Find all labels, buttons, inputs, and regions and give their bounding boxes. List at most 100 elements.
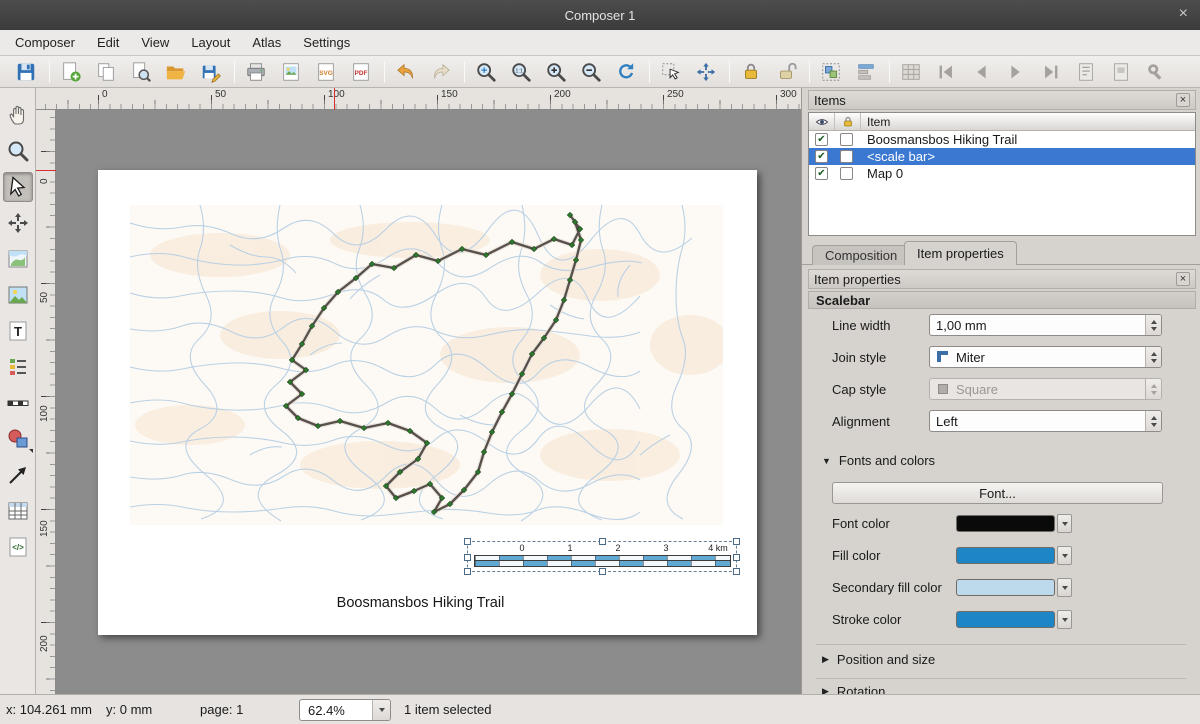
resize-handle-w[interactable] <box>464 554 471 561</box>
secondary-fill-color-swatch[interactable] <box>956 579 1055 596</box>
zoom-actual-icon[interactable]: 1:1 <box>507 58 534 85</box>
atlas-preview-icon[interactable] <box>897 58 924 85</box>
export-image-icon[interactable] <box>277 58 304 85</box>
tab-item-properties[interactable]: Item properties <box>904 241 1017 265</box>
resize-handle-se[interactable] <box>733 568 740 575</box>
zoom-in-icon[interactable] <box>542 58 569 85</box>
group-items-icon[interactable] <box>817 58 844 85</box>
atlas-previous-icon[interactable] <box>967 58 994 85</box>
atlas-settings-icon[interactable] <box>1142 58 1169 85</box>
visibility-checkbox[interactable]: ✔ <box>815 133 828 146</box>
export-pdf-icon[interactable]: PDF <box>347 58 374 85</box>
rotation-group-header[interactable]: ▶ Rotation <box>822 684 885 694</box>
pan-tool-icon[interactable] <box>3 100 33 130</box>
items-dock-close-icon[interactable]: × <box>1176 93 1190 107</box>
line-width-spinner[interactable]: 1,00 mm <box>929 314 1162 336</box>
zoom-dropdown-icon[interactable] <box>372 700 390 720</box>
combo-arrows-icon[interactable] <box>1145 411 1161 431</box>
menu-atlas[interactable]: Atlas <box>241 30 292 55</box>
alignment-combo[interactable]: Left <box>929 410 1162 432</box>
redo-icon[interactable] <box>427 58 454 85</box>
font-color-dropdown-icon[interactable] <box>1057 514 1072 533</box>
undo-icon[interactable] <box>392 58 419 85</box>
atlas-last-icon[interactable] <box>1037 58 1064 85</box>
composer-manager-icon[interactable] <box>127 58 154 85</box>
menu-edit[interactable]: Edit <box>86 30 130 55</box>
add-html-tool-icon[interactable]: </> <box>3 532 33 562</box>
fonts-colors-group-header[interactable]: ▼ Fonts and colors <box>822 453 935 468</box>
zoom-out-icon[interactable] <box>577 58 604 85</box>
resize-handle-nw[interactable] <box>464 538 471 545</box>
duplicate-composer-icon[interactable] <box>92 58 119 85</box>
resize-handle-s[interactable] <box>599 568 606 575</box>
position-size-group-header[interactable]: ▶ Position and size <box>822 652 935 667</box>
add-label-tool-icon[interactable]: T <box>3 316 33 346</box>
composition-page[interactable]: 0 1 2 3 4 km <box>98 170 757 635</box>
add-shape-tool-icon[interactable] <box>3 424 33 454</box>
add-scalebar-tool-icon[interactable] <box>3 388 33 418</box>
atlas-print-icon[interactable] <box>1072 58 1099 85</box>
lock-items-icon[interactable] <box>737 58 764 85</box>
shape-dropdown-icon[interactable] <box>29 449 33 453</box>
item-row-scalebar-selected[interactable]: ✔ <scale bar> <box>809 148 1195 165</box>
map-title-label-item[interactable]: Boosmansbos Hiking Trail <box>98 595 743 611</box>
item-label[interactable]: Map 0 <box>867 166 903 181</box>
stroke-color-swatch[interactable] <box>956 611 1055 628</box>
window-close-icon[interactable]: × <box>1179 6 1188 22</box>
scalebar-item[interactable]: 0 1 2 3 4 km <box>467 541 737 572</box>
add-legend-tool-icon[interactable] <box>3 352 33 382</box>
save-project-icon[interactable] <box>12 58 39 85</box>
item-label[interactable]: Boosmansbos Hiking Trail <box>867 132 1017 147</box>
item-row-map0[interactable]: ✔ Map 0 <box>809 165 1195 182</box>
resize-handle-ne[interactable] <box>733 538 740 545</box>
fill-color-swatch[interactable] <box>956 547 1055 564</box>
lock-checkbox[interactable] <box>840 150 853 163</box>
add-arrow-tool-icon[interactable] <box>3 460 33 490</box>
resize-handle-n[interactable] <box>599 538 606 545</box>
menu-settings[interactable]: Settings <box>292 30 361 55</box>
map-item[interactable] <box>130 205 723 525</box>
move-item-content-tool-icon[interactable] <box>3 208 33 238</box>
item-row-hiking-trail[interactable]: ✔ Boosmansbos Hiking Trail <box>809 131 1195 148</box>
fill-color-dropdown-icon[interactable] <box>1057 546 1072 565</box>
zoom-full-icon[interactable] <box>472 58 499 85</box>
atlas-next-icon[interactable] <box>1002 58 1029 85</box>
composition-canvas[interactable]: 0 1 2 3 4 km <box>56 110 801 694</box>
add-map-tool-icon[interactable] <box>3 244 33 274</box>
spinner-arrows-icon[interactable] <box>1145 315 1161 335</box>
tab-composition[interactable]: Composition <box>812 245 910 265</box>
add-attribute-table-tool-icon[interactable] <box>3 496 33 526</box>
print-icon[interactable] <box>242 58 269 85</box>
visibility-checkbox[interactable]: ✔ <box>815 167 828 180</box>
menu-view[interactable]: View <box>130 30 180 55</box>
select-move-item-tool-icon[interactable] <box>3 172 33 202</box>
load-template-icon[interactable] <box>162 58 189 85</box>
combo-arrows-icon[interactable] <box>1145 347 1161 367</box>
lock-checkbox[interactable] <box>840 133 853 146</box>
move-content-icon[interactable] <box>692 58 719 85</box>
font-button[interactable]: Font... <box>832 482 1163 504</box>
align-items-icon[interactable] <box>852 58 879 85</box>
unlock-items-icon[interactable] <box>772 58 799 85</box>
atlas-first-icon[interactable] <box>932 58 959 85</box>
select-move-icon[interactable] <box>657 58 684 85</box>
resize-handle-e[interactable] <box>733 554 740 561</box>
font-color-swatch[interactable] <box>956 515 1055 532</box>
refresh-view-icon[interactable] <box>612 58 639 85</box>
menu-composer[interactable]: Composer <box>4 30 86 55</box>
item-label[interactable]: <scale bar> <box>867 149 935 164</box>
zoom-level-combo[interactable]: 62.4% <box>299 699 391 721</box>
stroke-color-dropdown-icon[interactable] <box>1057 610 1072 629</box>
export-svg-icon[interactable]: SVG <box>312 58 339 85</box>
save-template-icon[interactable] <box>197 58 224 85</box>
new-composer-icon[interactable] <box>57 58 84 85</box>
visibility-checkbox[interactable]: ✔ <box>815 150 828 163</box>
menu-layout[interactable]: Layout <box>180 30 241 55</box>
lock-checkbox[interactable] <box>840 167 853 180</box>
join-style-combo[interactable]: Miter <box>929 346 1162 368</box>
secondary-fill-color-dropdown-icon[interactable] <box>1057 578 1072 597</box>
atlas-export-icon[interactable] <box>1107 58 1134 85</box>
resize-handle-sw[interactable] <box>464 568 471 575</box>
item-properties-close-icon[interactable]: × <box>1176 272 1190 286</box>
add-image-tool-icon[interactable] <box>3 280 33 310</box>
